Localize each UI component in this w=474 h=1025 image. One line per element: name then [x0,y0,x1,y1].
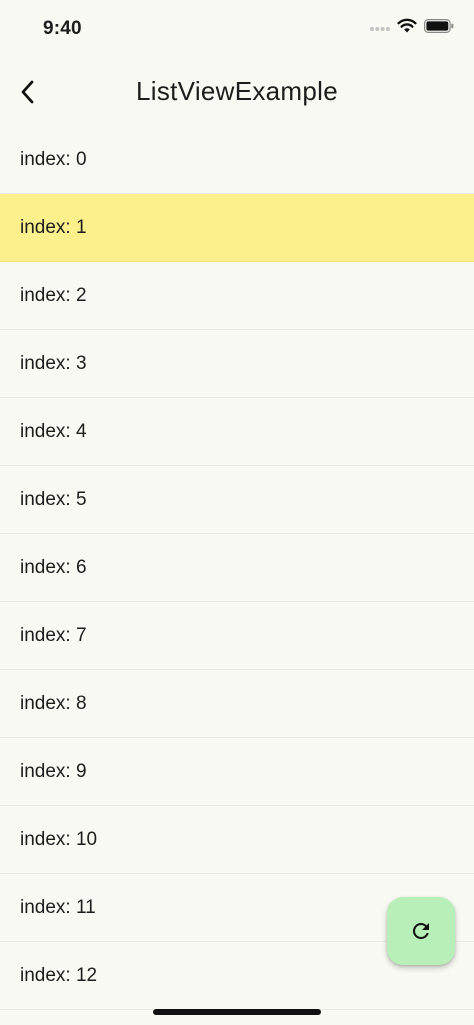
signal-dots-icon [370,19,390,37]
home-indicator[interactable] [153,1009,321,1015]
app-bar: ListViewExample [0,60,474,126]
list-view[interactable]: index: 0 index: 1 index: 2 index: 3 inde… [0,126,474,1010]
list-item-label: index: 0 [20,148,87,170]
list-item-label: index: 3 [20,352,87,374]
list-item[interactable]: index: 2 [0,262,474,330]
list-item[interactable]: index: 0 [0,126,474,194]
list-item-label: index: 7 [20,624,87,646]
list-item[interactable]: index: 7 [0,602,474,670]
list-item[interactable]: index: 8 [0,670,474,738]
list-item-label: index: 5 [20,488,87,510]
list-item[interactable]: index: 4 [0,398,474,466]
battery-icon [424,18,454,38]
list-item[interactable]: index: 10 [0,806,474,874]
list-item-label: index: 8 [20,692,87,714]
wifi-icon [397,18,417,38]
status-bar: 9:40 [0,0,474,60]
refresh-fab-button[interactable] [387,897,455,965]
page-title: ListViewExample [135,76,338,106]
list-item-label: index: 9 [20,760,87,782]
list-item-label: index: 6 [20,556,87,578]
list-item-label: index: 4 [20,420,87,442]
list-item-selected[interactable]: index: 1 [0,194,474,262]
list-item-label: index: 10 [20,828,98,850]
list-item[interactable]: index: 5 [0,466,474,534]
status-icons [370,18,454,38]
list-item[interactable]: index: 3 [0,330,474,398]
list-item-label: index: 1 [20,216,87,238]
list-item-label: index: 11 [20,896,96,918]
list-item[interactable]: index: 9 [0,738,474,806]
list-item-label: index: 12 [20,964,98,986]
status-time: 9:40 [43,18,82,39]
list-item-label: index: 2 [20,284,87,306]
refresh-icon [412,923,429,939]
list-item[interactable]: index: 6 [0,534,474,602]
